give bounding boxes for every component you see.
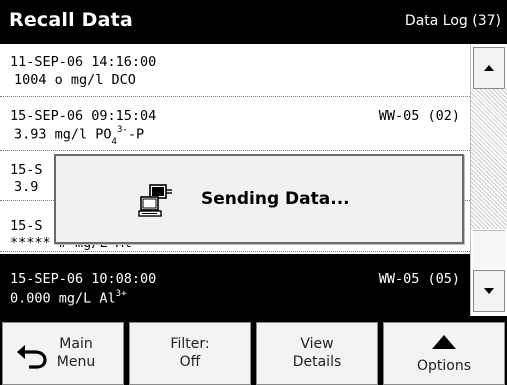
row-sample-id: WW-05 (05) [378, 271, 460, 287]
filter-label: Filter: Off [170, 336, 210, 370]
list-item[interactable]: 11-SEP-06 14:16:00 1004 o mg/l DCO [0, 44, 470, 97]
dialog-message: Sending Data... [201, 189, 350, 209]
chevron-down-icon [484, 288, 494, 294]
view-details-label: View Details [292, 336, 342, 370]
row-result: 1004 o mg/l DCO [14, 72, 136, 88]
bottom-toolbar: Main Menu Filter: Off View Details Optio… [0, 316, 507, 385]
title-bar: Recall Data Data Log (37) [0, 0, 507, 44]
options-label: Options [416, 358, 472, 374]
row-timestamp: 15-S [10, 162, 43, 178]
scroll-down-button[interactable] [473, 270, 505, 312]
options-button[interactable]: Options [383, 322, 505, 385]
page-title: Recall Data [9, 9, 133, 31]
main-menu-button[interactable]: Main Menu [2, 322, 124, 385]
data-log-count: Data Log (37) [404, 13, 501, 29]
scrollbar[interactable] [470, 44, 507, 316]
computer-transfer-icon [138, 184, 172, 217]
scroll-track[interactable] [471, 89, 507, 229]
chevron-up-icon [484, 65, 494, 71]
scroll-up-button[interactable] [473, 47, 505, 89]
list-item-selected[interactable]: 15-SEP-06 10:08:00 WW-05 (05) 0.000 mg/L… [0, 254, 470, 316]
sending-data-dialog: Sending Data... [54, 154, 464, 244]
triangle-up-icon [432, 335, 456, 349]
row-timestamp: 11-SEP-06 14:16:00 [10, 54, 157, 70]
main-menu-label: Main Menu [56, 336, 96, 370]
row-result: 3.9 [14, 179, 39, 195]
row-result: 3.93 mg/l PO43--P [14, 125, 145, 148]
filter-button[interactable]: Filter: Off [129, 322, 251, 385]
list-item[interactable]: 15-SEP-06 09:15:04 WW-05 (02) 3.93 mg/l … [0, 98, 470, 151]
row-result: 0.000 mg/L Al3+ [10, 289, 127, 307]
row-sample-id: WW-05 (02) [378, 108, 460, 124]
recall-data-screen: Recall Data Data Log (37) 11-SEP-06 14:1… [0, 0, 507, 385]
row-timestamp: 15-SEP-06 10:08:00 [10, 271, 157, 287]
view-details-button[interactable]: View Details [256, 322, 378, 385]
row-timestamp: 15-S [10, 218, 43, 234]
scroll-thumb[interactable] [473, 230, 505, 269]
row-timestamp: 15-SEP-06 09:15:04 [10, 108, 157, 124]
